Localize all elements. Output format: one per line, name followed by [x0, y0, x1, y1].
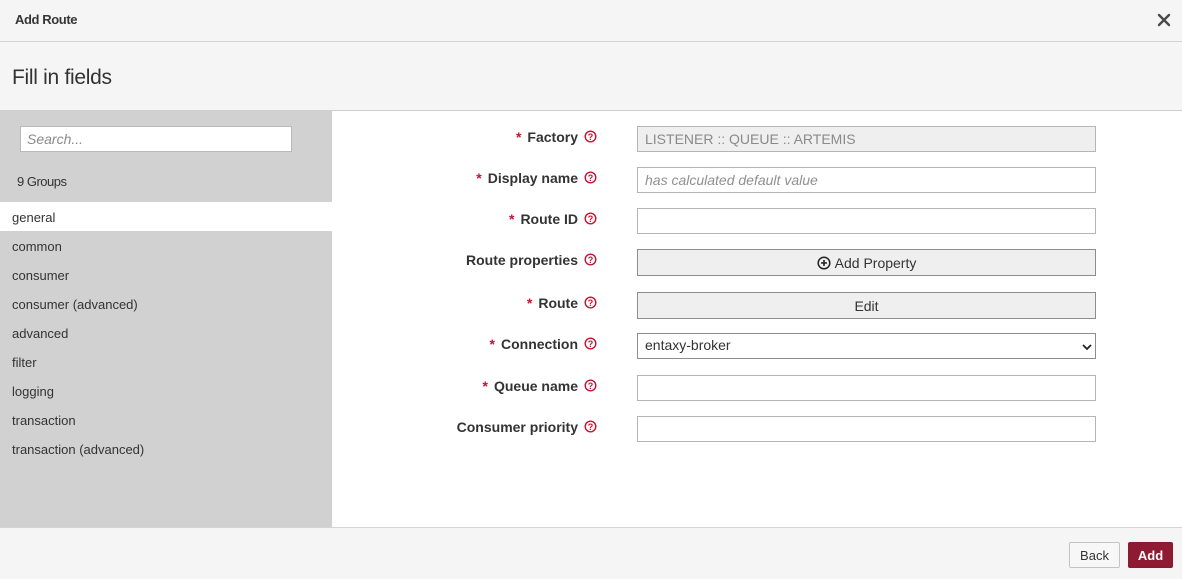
sidebar-item-consumer[interactable]: consumer [0, 260, 332, 289]
form-row-connection: * Connection ? entaxy-broker [332, 333, 1182, 363]
search-input[interactable] [20, 126, 292, 152]
consumer-priority-input[interactable] [637, 416, 1096, 442]
sidebar-item-filter[interactable]: filter [0, 347, 332, 376]
display-name-label: * Display name [476, 170, 578, 186]
help-icon[interactable]: ? [584, 171, 597, 184]
required-marker: * [489, 336, 495, 352]
help-icon[interactable]: ? [584, 296, 597, 309]
help-icon[interactable]: ? [584, 337, 597, 350]
close-button[interactable] [1154, 10, 1174, 30]
connection-select[interactable]: entaxy-broker [637, 333, 1096, 359]
help-icon[interactable]: ? [584, 130, 597, 143]
edit-route-label: Edit [854, 297, 879, 314]
groups-count: 9 Groups [17, 174, 67, 189]
display-name-input[interactable] [637, 167, 1096, 193]
form-row-route-id: * Route ID ? [332, 208, 1182, 238]
sidebar-item-common[interactable]: common [0, 231, 332, 260]
form-row-factory: * Factory ? [332, 126, 1182, 156]
help-icon[interactable]: ? [584, 379, 597, 392]
svg-text:?: ? [588, 422, 594, 432]
connection-selected-value: entaxy-broker [645, 337, 731, 353]
group-list: general common consumer consumer (advanc… [0, 202, 332, 463]
dialog-header: Add Route [0, 0, 1182, 42]
help-icon[interactable]: ? [584, 253, 597, 266]
required-marker: * [526, 295, 533, 311]
chevron-down-icon [1082, 344, 1092, 351]
svg-text:?: ? [588, 298, 594, 308]
sidebar-item-consumer-advanced[interactable]: consumer (advanced) [0, 289, 332, 318]
form-row-display-name: * Display name ? [332, 167, 1182, 197]
route-id-input[interactable] [637, 208, 1096, 234]
svg-text:?: ? [588, 255, 594, 265]
page-title: Fill in fields [12, 66, 112, 89]
svg-text:?: ? [588, 214, 594, 224]
svg-text:?: ? [588, 339, 594, 349]
route-id-label: * Route ID [508, 211, 578, 227]
edit-route-button[interactable]: Edit [637, 292, 1096, 319]
route-label: * Route [526, 295, 578, 311]
factory-label: * Factory [515, 129, 578, 145]
svg-text:?: ? [588, 381, 594, 391]
form-row-route-properties: Route properties ? Add Property [332, 249, 1182, 279]
add-property-button[interactable]: Add Property [637, 249, 1096, 276]
queue-name-label: * Queue name [482, 378, 578, 394]
queue-name-input[interactable] [637, 375, 1096, 401]
plus-circle-icon [817, 255, 831, 270]
required-marker: * [508, 211, 515, 227]
add-property-label: Add Property [834, 254, 917, 271]
svg-text:?: ? [588, 132, 594, 142]
help-icon[interactable]: ? [584, 420, 597, 433]
dialog-title: Add Route [15, 12, 78, 27]
back-button[interactable]: Back [1069, 542, 1120, 568]
consumer-priority-label: Consumer priority [456, 419, 578, 435]
form-row-route: * Route ? Edit [332, 292, 1182, 322]
required-marker: * [515, 129, 522, 145]
required-marker: * [482, 378, 488, 394]
sidebar-item-general[interactable]: general [0, 202, 332, 231]
sidebar-item-advanced[interactable]: advanced [0, 318, 332, 347]
help-icon[interactable]: ? [584, 212, 597, 225]
svg-text:?: ? [588, 173, 594, 183]
sidebar: 9 Groups general common consumer consume… [0, 111, 332, 527]
sidebar-item-transaction[interactable]: transaction [0, 405, 332, 434]
page-header: Fill in fields [0, 42, 1182, 111]
factory-field [637, 126, 1096, 152]
close-icon [1157, 13, 1171, 27]
form-row-consumer-priority: Consumer priority ? [332, 416, 1182, 446]
dialog-footer: Back Add [0, 527, 1182, 579]
sidebar-item-transaction-advanced[interactable]: transaction (advanced) [0, 434, 332, 463]
required-marker: * [476, 170, 482, 186]
route-properties-label: Route properties [465, 252, 578, 268]
connection-label: * Connection [489, 336, 578, 352]
add-button[interactable]: Add [1128, 542, 1173, 568]
form-row-queue-name: * Queue name ? [332, 375, 1182, 405]
sidebar-item-logging[interactable]: logging [0, 376, 332, 405]
